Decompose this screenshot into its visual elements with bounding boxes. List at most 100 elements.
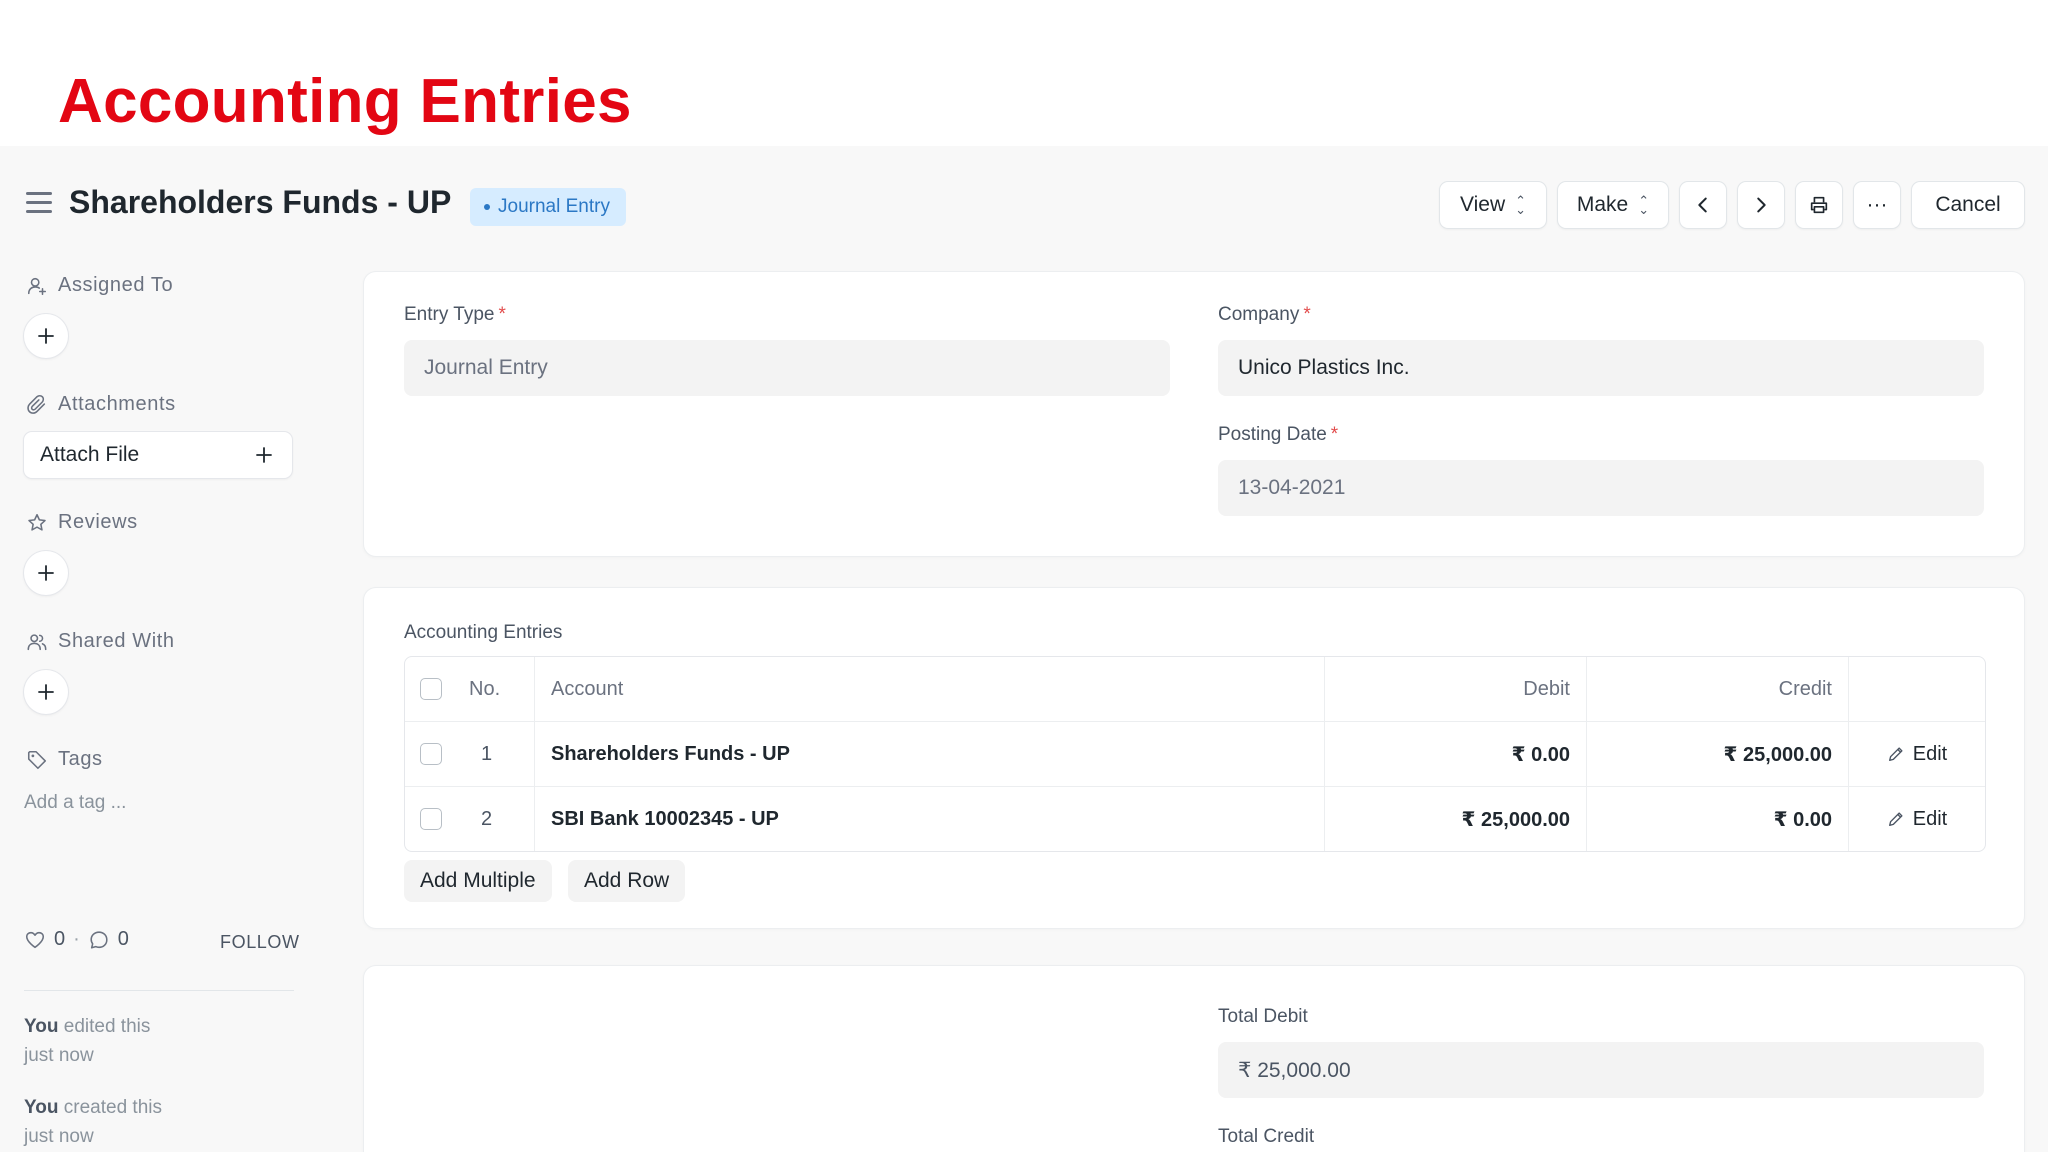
app-window: Shareholders Funds - UP Journal Entry Vi… [0, 146, 2048, 1152]
paperclip-icon [27, 394, 46, 414]
users-icon [27, 633, 47, 650]
add-row-button[interactable]: Add Row [568, 860, 686, 902]
follow-button[interactable]: FOLLOW [220, 932, 300, 953]
status-badge: Journal Entry [470, 188, 626, 226]
table-row[interactable]: 1 Shareholders Funds - UP ₹ 0.00 ₹ 25,00… [405, 722, 1985, 787]
activity-actor: You [24, 1016, 59, 1037]
debit-cell[interactable]: ₹ 25,000.00 [1325, 787, 1587, 851]
separator-dot: · [73, 928, 80, 950]
star-icon [28, 513, 46, 531]
account-cell[interactable]: Shareholders Funds - UP [535, 722, 1325, 786]
entry-type-select[interactable]: Journal Entry [404, 340, 1170, 396]
add-assignee-button[interactable] [24, 314, 68, 358]
tag-icon [27, 750, 47, 769]
attach-file-button[interactable]: Attach File [24, 432, 292, 478]
status-dot-icon [484, 204, 490, 210]
shared-with-section: Shared With [26, 630, 175, 653]
total-debit-field: ₹ 25,000.00 [1218, 1042, 1984, 1098]
edit-row-button[interactable]: Edit [1849, 787, 1985, 851]
updown-icon: ⌃ ⌄ [1638, 193, 1650, 217]
company-label: Company * [1218, 304, 1311, 325]
view-button-label: View [1459, 193, 1506, 216]
heart-icon[interactable] [24, 929, 46, 951]
assigned-to-label: Assigned To [58, 274, 174, 296]
next-doc-button[interactable] [1738, 182, 1784, 228]
company-field[interactable]: Unico Plastics Inc. [1218, 340, 1984, 396]
page-title: Shareholders Funds - UP [69, 184, 452, 220]
total-credit-label: Total Credit [1218, 1126, 1315, 1147]
cancel-button-label: Cancel [1935, 193, 2001, 216]
column-header-debit: Debit [1325, 657, 1587, 721]
slide-header: Accounting Entries [0, 0, 2048, 146]
pencil-icon [1888, 747, 1903, 761]
attachments-section: Attachments [26, 393, 176, 416]
activity-text: edited this [58, 1016, 151, 1037]
credit-cell[interactable]: ₹ 0.00 [1587, 787, 1849, 851]
sidebar-divider [24, 990, 294, 991]
add-multiple-button[interactable]: Add Multiple [404, 860, 552, 902]
edit-label: Edit [1912, 742, 1948, 765]
column-header-account: Account [535, 657, 1325, 721]
shared-with-label: Shared With [58, 630, 175, 652]
activity-text: created this [58, 1097, 162, 1118]
column-header-actions [1849, 657, 1985, 721]
add-tag-link[interactable]: Add a tag ... [24, 792, 126, 814]
accounting-entries-table: No. Account Debit Credit 1 Shareholders … [404, 656, 1986, 852]
cancel-button[interactable]: Cancel [1912, 182, 2024, 228]
edit-row-button[interactable]: Edit [1849, 722, 1985, 786]
plus-icon [38, 328, 54, 344]
more-actions-button[interactable]: ··· [1854, 182, 1900, 228]
activity-actor: You [24, 1097, 59, 1118]
ellipsis-icon: ··· [1866, 193, 1888, 216]
credit-cell[interactable]: ₹ 25,000.00 [1587, 722, 1849, 786]
posting-date-label: Posting Date * [1218, 424, 1339, 445]
pencil-icon [1888, 812, 1903, 826]
previous-doc-button[interactable] [1680, 182, 1726, 228]
status-badge-label: Journal Entry [498, 196, 610, 217]
reviews-label: Reviews [58, 511, 138, 533]
plus-icon [256, 447, 272, 463]
likes-comments: 0 · 0 [24, 928, 129, 951]
add-share-button[interactable] [24, 670, 68, 714]
add-review-button[interactable] [24, 551, 68, 595]
user-add-icon [27, 277, 47, 295]
activity-item: You created this just now [24, 1093, 254, 1151]
column-header-no: No. [457, 657, 535, 721]
comments-count: 0 [117, 928, 129, 950]
row-number: 1 [457, 722, 535, 786]
reviews-section: Reviews [26, 511, 138, 534]
details-card: Entry Type * Journal Entry Company * Unico… [364, 272, 2024, 556]
debit-cell[interactable]: ₹ 0.00 [1325, 722, 1587, 786]
plus-icon [38, 565, 54, 581]
likes-count: 0 [54, 928, 66, 950]
account-cell[interactable]: SBI Bank 10002345 - UP [535, 787, 1325, 851]
accounting-entries-card: Accounting Entries No. Account Debit Cre… [364, 588, 2024, 928]
row-number: 2 [457, 787, 535, 851]
make-button-label: Make [1576, 193, 1629, 216]
printer-icon [1810, 196, 1828, 214]
chevron-left-icon [1698, 197, 1707, 213]
activity-item: You edited this just now [24, 1012, 254, 1070]
column-header-credit: Credit [1587, 657, 1849, 721]
print-button[interactable] [1796, 182, 1842, 228]
row-select-cell [405, 787, 457, 851]
tags-label: Tags [58, 748, 103, 770]
slide-title: Accounting Entries [58, 67, 632, 136]
view-button[interactable]: View ⌃ ⌄ [1440, 182, 1546, 228]
select-all-checkbox[interactable] [420, 678, 442, 700]
edit-label: Edit [1912, 807, 1948, 830]
posting-date-field[interactable]: 13-04-2021 [1218, 460, 1984, 516]
totals-card: Total Debit ₹ 25,000.00 Total Credit [364, 966, 2024, 1152]
table-row[interactable]: 2 SBI Bank 10002345 - UP ₹ 25,000.00 ₹ 0… [405, 787, 1985, 851]
total-debit-label: Total Debit [1218, 1006, 1308, 1027]
hamburger-menu-icon[interactable] [26, 192, 52, 214]
tags-section: Tags [26, 748, 103, 771]
make-button[interactable]: Make ⌃ ⌄ [1558, 182, 1668, 228]
row-checkbox[interactable] [420, 743, 442, 765]
updown-icon: ⌃ ⌄ [1515, 193, 1527, 217]
comment-icon[interactable] [88, 929, 110, 951]
plus-icon [38, 684, 54, 700]
entry-type-label: Entry Type * [404, 304, 506, 325]
row-checkbox[interactable] [420, 808, 442, 830]
assigned-to-section: Assigned To [26, 274, 173, 297]
